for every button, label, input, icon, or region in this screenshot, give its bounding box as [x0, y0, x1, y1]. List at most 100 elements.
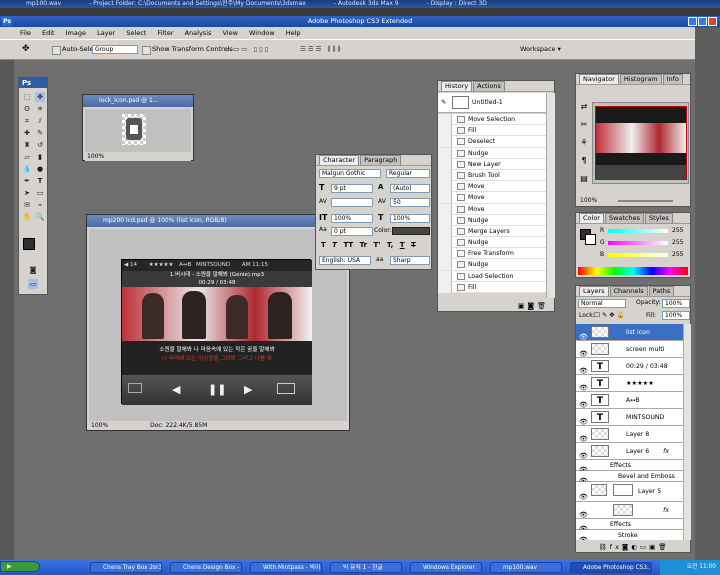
baseline-shift-field[interactable]: 0 pt [331, 227, 373, 236]
task-5[interactable]: Windows Explorer [410, 562, 482, 573]
font-size-field[interactable]: 9 pt [331, 184, 373, 193]
task-2[interactable]: Chens Design Box - ... [170, 562, 242, 573]
history-source-box[interactable] [438, 281, 452, 293]
font-family-field[interactable]: Malgun Gothic [319, 169, 381, 178]
kerning-field[interactable] [331, 198, 373, 207]
vertical-scale-field[interactable]: 100% [331, 214, 373, 223]
navigator-tool-icon-5[interactable]: ▤ [578, 174, 590, 192]
color-bg-swatch[interactable] [585, 234, 596, 245]
history-brush-source-icon[interactable]: ✎ [441, 93, 446, 113]
lasso-tool-icon[interactable]: ʘ [22, 104, 32, 114]
tab-swatches[interactable]: Swatches [604, 213, 645, 223]
task-1[interactable]: Chens Tray Box 2sr3 [90, 562, 162, 573]
eyedropper-icon[interactable]: ⌁ [35, 200, 45, 210]
history-source-box[interactable] [438, 181, 452, 193]
layer-group-row[interactable]: 👁 fx [576, 502, 683, 519]
fill-field[interactable]: 100% [662, 311, 690, 320]
menu-select[interactable]: Select [126, 29, 146, 37]
history-item[interactable]: Free Transform [438, 248, 546, 260]
history-source-box[interactable] [438, 203, 452, 215]
layer-row[interactable]: 👁 Layer 6 fx [576, 443, 683, 460]
move-tool-icon[interactable]: ✥ [22, 44, 30, 54]
horizontal-scale-field[interactable]: 100% [390, 214, 430, 223]
history-item[interactable]: Move [438, 181, 546, 193]
tab-layers[interactable]: Layers [579, 286, 609, 296]
menu-layer[interactable]: Layer [97, 29, 115, 37]
history-source-box[interactable] [438, 158, 452, 170]
ps-app-icon[interactable]: Ps [2, 17, 12, 26]
start-button[interactable]: ▶ [0, 561, 40, 572]
layer-row[interactable]: 👁 Layer 8 [576, 426, 683, 443]
history-item[interactable]: Nudge [438, 259, 546, 271]
navigator-zoom-slider[interactable] [618, 200, 673, 202]
history-item[interactable]: Nudge [438, 147, 546, 159]
r-value[interactable]: 255 [672, 227, 683, 234]
link-layers-icon[interactable]: ⛓ [599, 543, 610, 551]
add-style-icon[interactable]: fx [610, 543, 622, 551]
history-source-box[interactable] [438, 248, 452, 260]
menu-help[interactable]: Help [286, 29, 301, 37]
g-value[interactable]: 255 [672, 239, 683, 246]
new-group-icon[interactable]: ▭ [640, 543, 649, 551]
minimize-button[interactable] [688, 17, 697, 26]
navigator-preview[interactable] [592, 102, 689, 184]
color-spectrum-ramp[interactable] [578, 267, 688, 275]
b-value[interactable]: 255 [672, 251, 683, 258]
menu-view[interactable]: View [222, 29, 237, 37]
tab-character[interactable]: Character [319, 155, 360, 165]
navigator-tool-icon-3[interactable]: ⚘ [578, 138, 590, 156]
tab-histogram[interactable]: Histogram [619, 74, 662, 84]
eraser-tool-icon[interactable]: ▱ [22, 152, 32, 162]
history-item[interactable]: Merge Layers [438, 225, 546, 238]
marquee-tool-icon[interactable]: ⬚ [22, 92, 32, 102]
layer-row[interactable]: 👁 T MINTSOUND [576, 409, 683, 426]
g-slider[interactable] [608, 241, 668, 245]
add-mask-icon[interactable]: ◙ [622, 543, 631, 551]
text-color-swatch[interactable] [392, 227, 430, 235]
history-source-box[interactable] [438, 136, 452, 148]
slice-tool-icon[interactable]: ⫽ [35, 116, 45, 126]
font-style-field[interactable]: Regular [386, 169, 430, 178]
b-slider[interactable] [608, 253, 668, 257]
history-source-box[interactable] [438, 147, 452, 159]
history-source-box[interactable] [438, 192, 452, 204]
task-3[interactable]: With Mintpass - 빅이... [250, 562, 322, 573]
distribute-buttons[interactable]: ☰☰☰ ⫼⫼⫼ [300, 45, 343, 54]
foreground-color-swatch[interactable] [23, 238, 35, 250]
leading-field[interactable]: (Auto) [390, 184, 430, 193]
anti-alias-field[interactable]: Sharp [390, 256, 430, 265]
lock-doc-canvas[interactable] [85, 109, 191, 152]
new-snapshot-icon[interactable]: ◙ [527, 302, 537, 310]
tab-channels[interactable]: Channels [609, 286, 648, 296]
navigator-tool-icon-1[interactable]: ⇄ [578, 102, 590, 120]
auto-select-checkbox[interactable] [52, 46, 61, 55]
layer-5-row[interactable]: 👁 Layer 5 [576, 482, 683, 502]
main-doc-canvas[interactable]: ◀ 14 ★★★★★ A↔B MINTSOUND AM 11:15 1.버시대 … [89, 229, 347, 421]
blur-tool-icon[interactable]: 💧 [22, 164, 32, 174]
navigator-tool-icon-2[interactable]: ✂ [578, 120, 590, 138]
new-document-from-state-icon[interactable]: ▣ [518, 302, 528, 310]
layer-6-effects[interactable]: 👁 Effects [576, 460, 683, 474]
lock-icon-document-window[interactable]: lock_icon.psd @ 1... 100% [82, 94, 194, 161]
tab-paths[interactable]: Paths [648, 286, 675, 296]
layer-group-stroke[interactable]: 👁 Stroke [576, 530, 683, 540]
menu-filter[interactable]: Filter [157, 29, 173, 37]
history-source-box[interactable] [438, 214, 452, 226]
tab-paragraph[interactable]: Paragraph [360, 155, 402, 165]
menu-file[interactable]: File [20, 29, 31, 37]
task-6[interactable]: mp100.wav [490, 562, 562, 573]
task-4[interactable]: 빅 뮤직 1 - 한글 [330, 562, 402, 573]
history-item[interactable]: Fill [438, 125, 546, 137]
brush-tool-icon[interactable]: ✎ [35, 128, 45, 138]
notes-tool-icon[interactable]: ✉ [22, 200, 32, 210]
menu-image[interactable]: Image [66, 29, 86, 37]
history-item[interactable]: Deselect [438, 136, 546, 148]
dodge-tool-icon[interactable]: ● [35, 164, 45, 174]
strikethrough-button[interactable]: T [411, 241, 416, 249]
menu-edit[interactable]: Edit [42, 29, 55, 37]
tab-history[interactable]: History [441, 81, 473, 91]
zoom-tool-icon[interactable]: 🔍 [35, 212, 45, 222]
small-caps-button[interactable]: Tr [360, 241, 367, 249]
r-slider[interactable] [608, 229, 668, 233]
tab-actions[interactable]: Actions [473, 81, 505, 91]
